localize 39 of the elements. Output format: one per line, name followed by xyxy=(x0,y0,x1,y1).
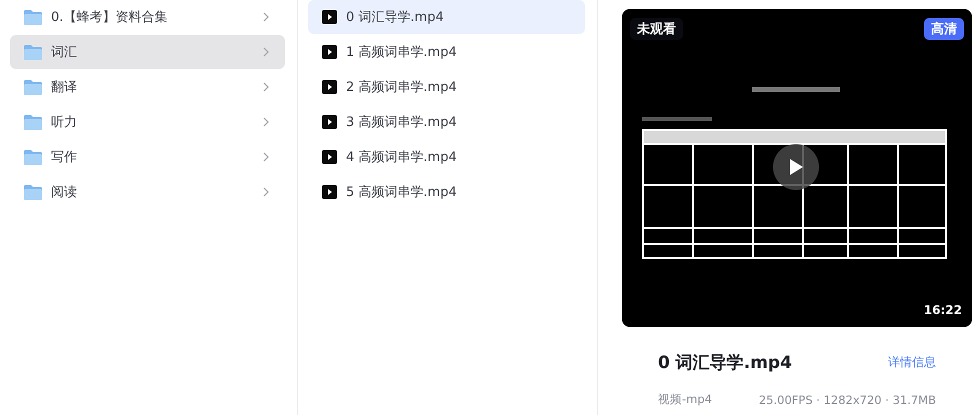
chevron-right-icon xyxy=(263,117,269,127)
folder-item[interactable]: 写作 xyxy=(10,140,285,174)
folder-icon xyxy=(24,44,42,60)
folder-icon xyxy=(24,80,42,94)
video-file-icon xyxy=(322,150,337,164)
file-item[interactable]: 3 高频词串学.mp4 xyxy=(308,105,585,139)
quality-badge: 高清 xyxy=(924,18,964,40)
watch-status-badge: 未观看 xyxy=(630,18,683,40)
folder-icon xyxy=(24,114,42,130)
file-item[interactable]: 2 高频词串学.mp4 xyxy=(308,70,585,104)
video-file-icon xyxy=(322,45,337,59)
video-file-icon xyxy=(322,10,337,24)
file-item[interactable]: 5 高频词串学.mp4 xyxy=(308,175,585,209)
duration-label: 16:22 xyxy=(924,303,962,317)
video-specs: 25.00FPS · 1282x720 · 31.7MB xyxy=(758,392,936,406)
folder-icon xyxy=(24,150,42,164)
details-link[interactable]: 详情信息 xyxy=(888,354,936,371)
folder-item[interactable]: 阅读 xyxy=(10,175,285,209)
chevron-right-icon xyxy=(263,152,269,162)
chevron-right-icon xyxy=(263,187,269,197)
folder-item[interactable]: 词汇 xyxy=(10,35,285,69)
video-preview[interactable]: 未观看 高清 16:22 xyxy=(622,9,972,327)
folder-item[interactable]: 翻译 xyxy=(10,70,285,104)
video-file-icon xyxy=(322,115,337,129)
folder-item[interactable]: 0.【蜂考】资料合集 xyxy=(10,0,285,34)
file-item[interactable]: 1 高频词串学.mp4 xyxy=(308,35,585,69)
chevron-right-icon xyxy=(263,12,269,22)
folder-icon xyxy=(24,10,42,24)
play-icon xyxy=(788,158,804,176)
folder-item[interactable]: 听力 xyxy=(10,105,285,139)
file-title: 0 词汇导学.mp4 xyxy=(658,352,792,374)
folder-icon xyxy=(24,184,42,200)
file-type: 视频-mp4 xyxy=(658,392,712,407)
video-file-icon xyxy=(322,185,337,199)
file-item[interactable]: 0 词汇导学.mp4 xyxy=(308,0,585,34)
chevron-right-icon xyxy=(263,47,269,57)
file-item[interactable]: 4 高频词串学.mp4 xyxy=(308,140,585,174)
video-file-icon xyxy=(322,80,337,94)
chevron-right-icon xyxy=(263,82,269,92)
